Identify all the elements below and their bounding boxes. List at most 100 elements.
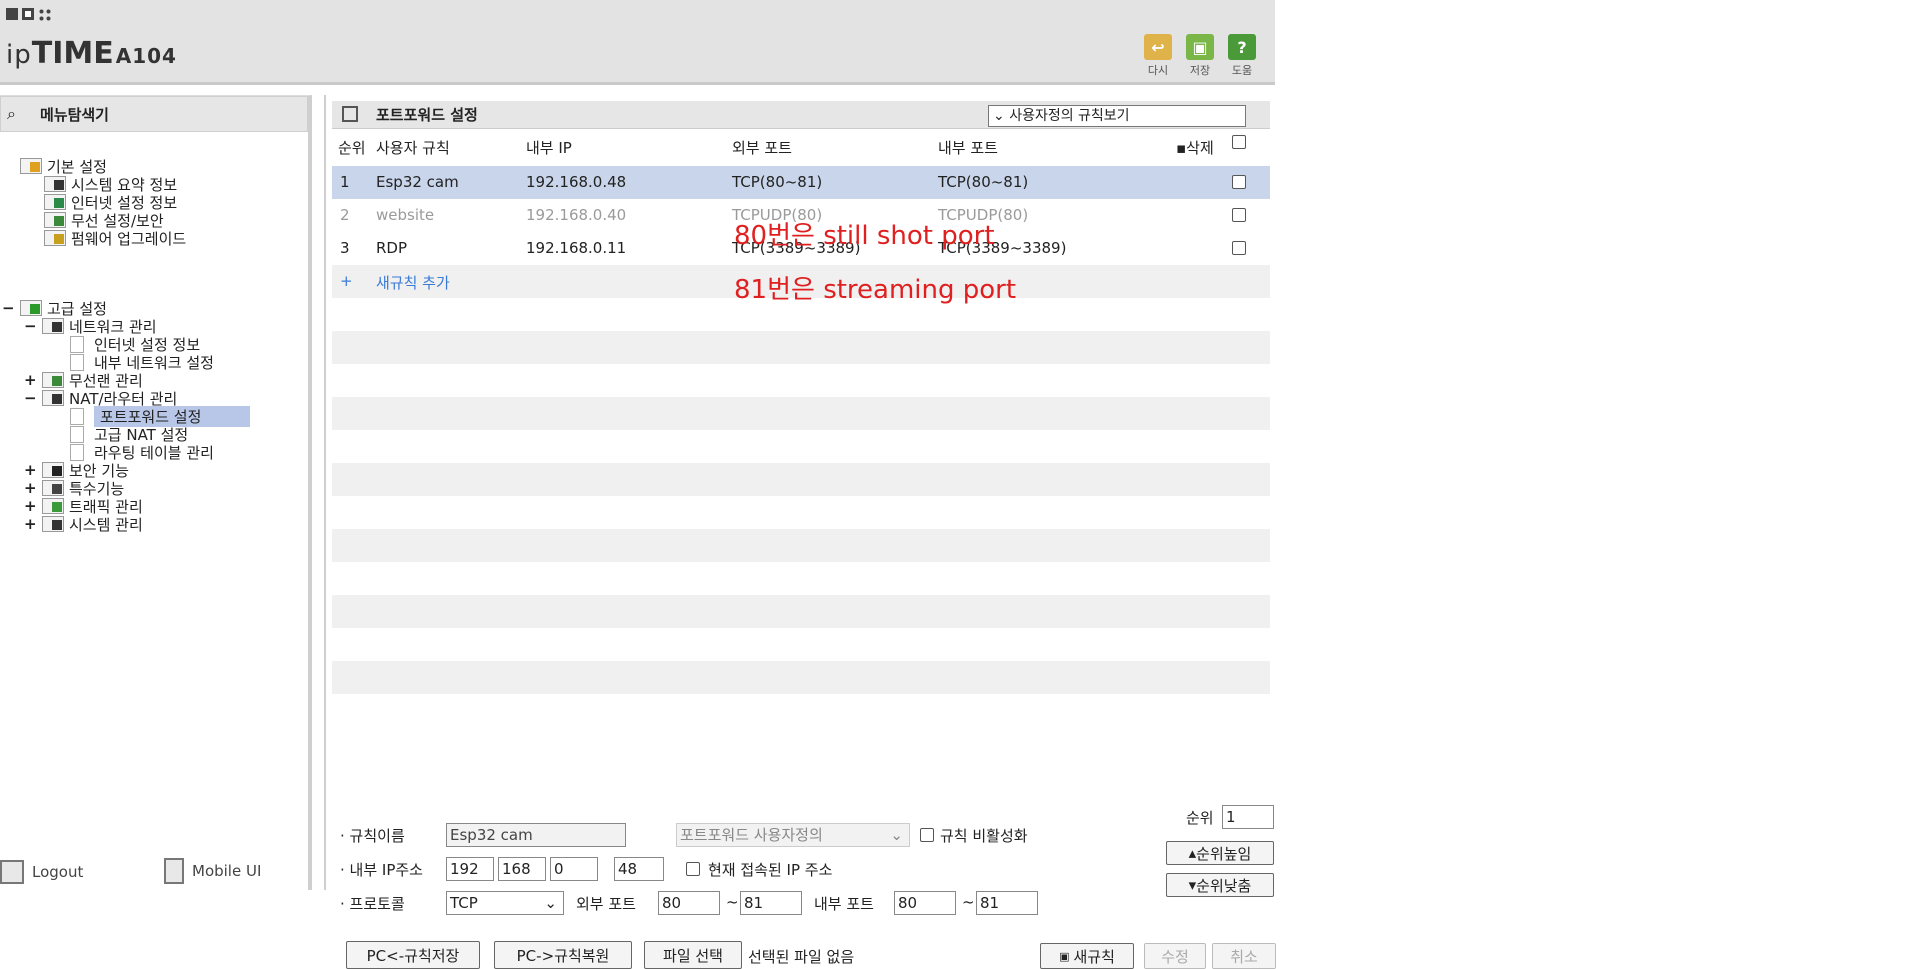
undo-button[interactable]: ↩ 다시 bbox=[1143, 34, 1173, 78]
row-rule: RDP bbox=[376, 239, 408, 257]
row-delete-checkbox[interactable] bbox=[1232, 175, 1246, 189]
logo-model: A104 bbox=[115, 44, 177, 68]
modify-button[interactable]: 수정 bbox=[1144, 943, 1206, 969]
window-icons bbox=[6, 8, 52, 22]
save-to-pc-button[interactable]: PC<-규칙저장 bbox=[346, 941, 480, 969]
folder-icon bbox=[20, 158, 42, 174]
ip-octet-4[interactable]: 48 bbox=[614, 857, 664, 881]
disable-rule-checkbox[interactable] bbox=[920, 828, 934, 842]
disable-rule-label: 규칙 비활성화 bbox=[940, 827, 1028, 845]
rank-up-button[interactable]: ▴ 순위높임 bbox=[1166, 841, 1274, 865]
window-icon-2[interactable] bbox=[22, 8, 34, 20]
ip-octet-3[interactable]: 0 bbox=[550, 857, 598, 881]
search-icon: ⌕ bbox=[7, 104, 16, 123]
help-icon: ? bbox=[1228, 34, 1256, 60]
chart-icon bbox=[44, 176, 66, 192]
int-port-from-input[interactable]: 80 bbox=[894, 891, 956, 915]
rank-label: 순위 bbox=[1186, 809, 1214, 827]
main-panel: 포트포워드 설정 ⌄ 사용자정의 규칙보기 순위 사용자 규칙 내부 IP 외부… bbox=[324, 95, 1276, 969]
expand-icon[interactable]: + bbox=[24, 371, 37, 389]
row-delete-checkbox[interactable] bbox=[1232, 208, 1246, 222]
rule-type-value: 포트포워드 사용자정의 bbox=[680, 826, 823, 844]
collapse-icon[interactable]: − bbox=[24, 317, 37, 335]
window-icon-3[interactable] bbox=[38, 8, 52, 22]
network-icon bbox=[42, 318, 64, 334]
folder-icon bbox=[20, 300, 42, 316]
chart-icon bbox=[42, 516, 64, 532]
wifi-icon bbox=[44, 212, 66, 228]
ext-port-from-input[interactable]: 80 bbox=[658, 891, 720, 915]
empty-row bbox=[332, 529, 1270, 562]
protocol-value: TCP bbox=[450, 894, 478, 912]
undo-label: 다시 bbox=[1147, 64, 1169, 77]
rule-name-label-text: 규칙이름 bbox=[349, 827, 405, 845]
logout-icon bbox=[0, 860, 24, 884]
collapse-icon[interactable]: − bbox=[2, 299, 15, 317]
row-rule: Esp32 cam bbox=[376, 173, 459, 191]
protocol-label: · 프로토콜 bbox=[340, 895, 405, 913]
header: ipTIME A104 ↩ 다시 ▣ 저장 ? 도움 bbox=[0, 0, 1275, 85]
page-title: 포트포워드 설정 bbox=[376, 106, 478, 124]
no-file-label: 선택된 파일 없음 bbox=[748, 948, 855, 966]
page-icon bbox=[70, 425, 84, 443]
rule-name-input[interactable]: Esp32 cam bbox=[446, 823, 626, 847]
save-label: 저장 bbox=[1189, 64, 1211, 77]
expand-icon[interactable]: + bbox=[24, 497, 37, 515]
logout-button[interactable]: Logout bbox=[0, 860, 83, 884]
empty-row bbox=[332, 661, 1270, 694]
menu-explorer-title: 메뉴탐색기 bbox=[39, 105, 109, 124]
tilde: ~ bbox=[726, 893, 739, 911]
row-delete-checkbox[interactable] bbox=[1232, 241, 1246, 255]
sidebar: ⌕ 메뉴탐색기 기본 설정 시스템 요약 정보 인터넷 설정 정보 무선 설정/… bbox=[0, 95, 312, 890]
row-ext-port: TCP(80~81) bbox=[732, 173, 823, 191]
triangle-up-icon: ▴ bbox=[1188, 844, 1197, 862]
expand-icon[interactable]: + bbox=[24, 479, 37, 497]
restore-from-pc-button[interactable]: PC->규칙복원 bbox=[494, 941, 632, 969]
top-buttons: ↩ 다시 ▣ 저장 ? 도움 bbox=[1143, 34, 1257, 78]
new-rule-button[interactable]: ▣ 새규칙 bbox=[1040, 943, 1134, 969]
protocol-select[interactable]: TCP ⌄ bbox=[446, 891, 564, 915]
port-forward-header: 포트포워드 설정 ⌄ 사용자정의 규칙보기 bbox=[332, 101, 1270, 129]
rule-view-select[interactable]: ⌄ 사용자정의 규칙보기 bbox=[988, 105, 1246, 127]
page-icon bbox=[70, 335, 84, 353]
ext-port-label: 외부 포트 bbox=[576, 895, 636, 913]
rule-type-select[interactable]: 포트포워드 사용자정의 ⌄ bbox=[676, 823, 910, 847]
add-rule-link[interactable]: 새규칙 추가 bbox=[376, 272, 450, 293]
collapse-icon[interactable]: − bbox=[24, 389, 37, 407]
triangle-down-icon: ▾ bbox=[1188, 876, 1197, 894]
row-rule: website bbox=[376, 206, 435, 224]
row-rank: 1 bbox=[340, 173, 350, 191]
upgrade-icon bbox=[44, 230, 66, 246]
cancel-button[interactable]: 취소 bbox=[1212, 943, 1276, 969]
help-button[interactable]: ? 도움 bbox=[1227, 34, 1257, 78]
save-button[interactable]: ▣ 저장 bbox=[1185, 34, 1215, 78]
lock-icon bbox=[42, 462, 64, 478]
expand-icon[interactable]: + bbox=[24, 515, 37, 533]
rank-down-button[interactable]: ▾ 순위낮춤 bbox=[1166, 873, 1274, 897]
table-row[interactable]: 1 Esp32 cam 192.168.0.48 TCP(80~81) TCP(… bbox=[332, 166, 1270, 199]
ip-octet-2[interactable]: 168 bbox=[498, 857, 546, 881]
col-ip: 내부 IP bbox=[526, 139, 572, 157]
ext-port-to-input[interactable]: 81 bbox=[740, 891, 802, 915]
mobile-icon bbox=[164, 858, 184, 884]
col-rule: 사용자 규칙 bbox=[376, 139, 450, 157]
expand-icon[interactable]: + bbox=[24, 461, 37, 479]
copy-icon bbox=[342, 106, 358, 122]
window-icon-1[interactable] bbox=[6, 8, 18, 20]
int-port-to-input[interactable]: 81 bbox=[976, 891, 1038, 915]
page-icon bbox=[70, 407, 84, 425]
file-select-button[interactable]: 파일 선택 bbox=[644, 941, 742, 969]
mobile-ui-button[interactable]: Mobile UI bbox=[164, 858, 261, 884]
annotation-still-shot: 80번은 still shot port bbox=[734, 221, 995, 251]
col-delete: ▪삭제 bbox=[1176, 139, 1214, 157]
current-ip-label: 현재 접속된 IP 주소 bbox=[708, 861, 833, 879]
ip-label-text: 내부 IP주소 bbox=[349, 861, 423, 879]
rank-input[interactable]: 1 bbox=[1222, 805, 1274, 829]
tree-system-management[interactable]: + 시스템 관리 bbox=[24, 514, 143, 534]
help-label: 도움 bbox=[1231, 64, 1253, 77]
row-ip: 192.168.0.48 bbox=[526, 173, 627, 191]
tree-firmware-upgrade[interactable]: 펌웨어 업그레이드 bbox=[44, 228, 186, 248]
current-ip-checkbox[interactable] bbox=[686, 862, 700, 876]
ip-octet-1[interactable]: 192 bbox=[446, 857, 494, 881]
select-all-checkbox[interactable] bbox=[1232, 135, 1246, 149]
